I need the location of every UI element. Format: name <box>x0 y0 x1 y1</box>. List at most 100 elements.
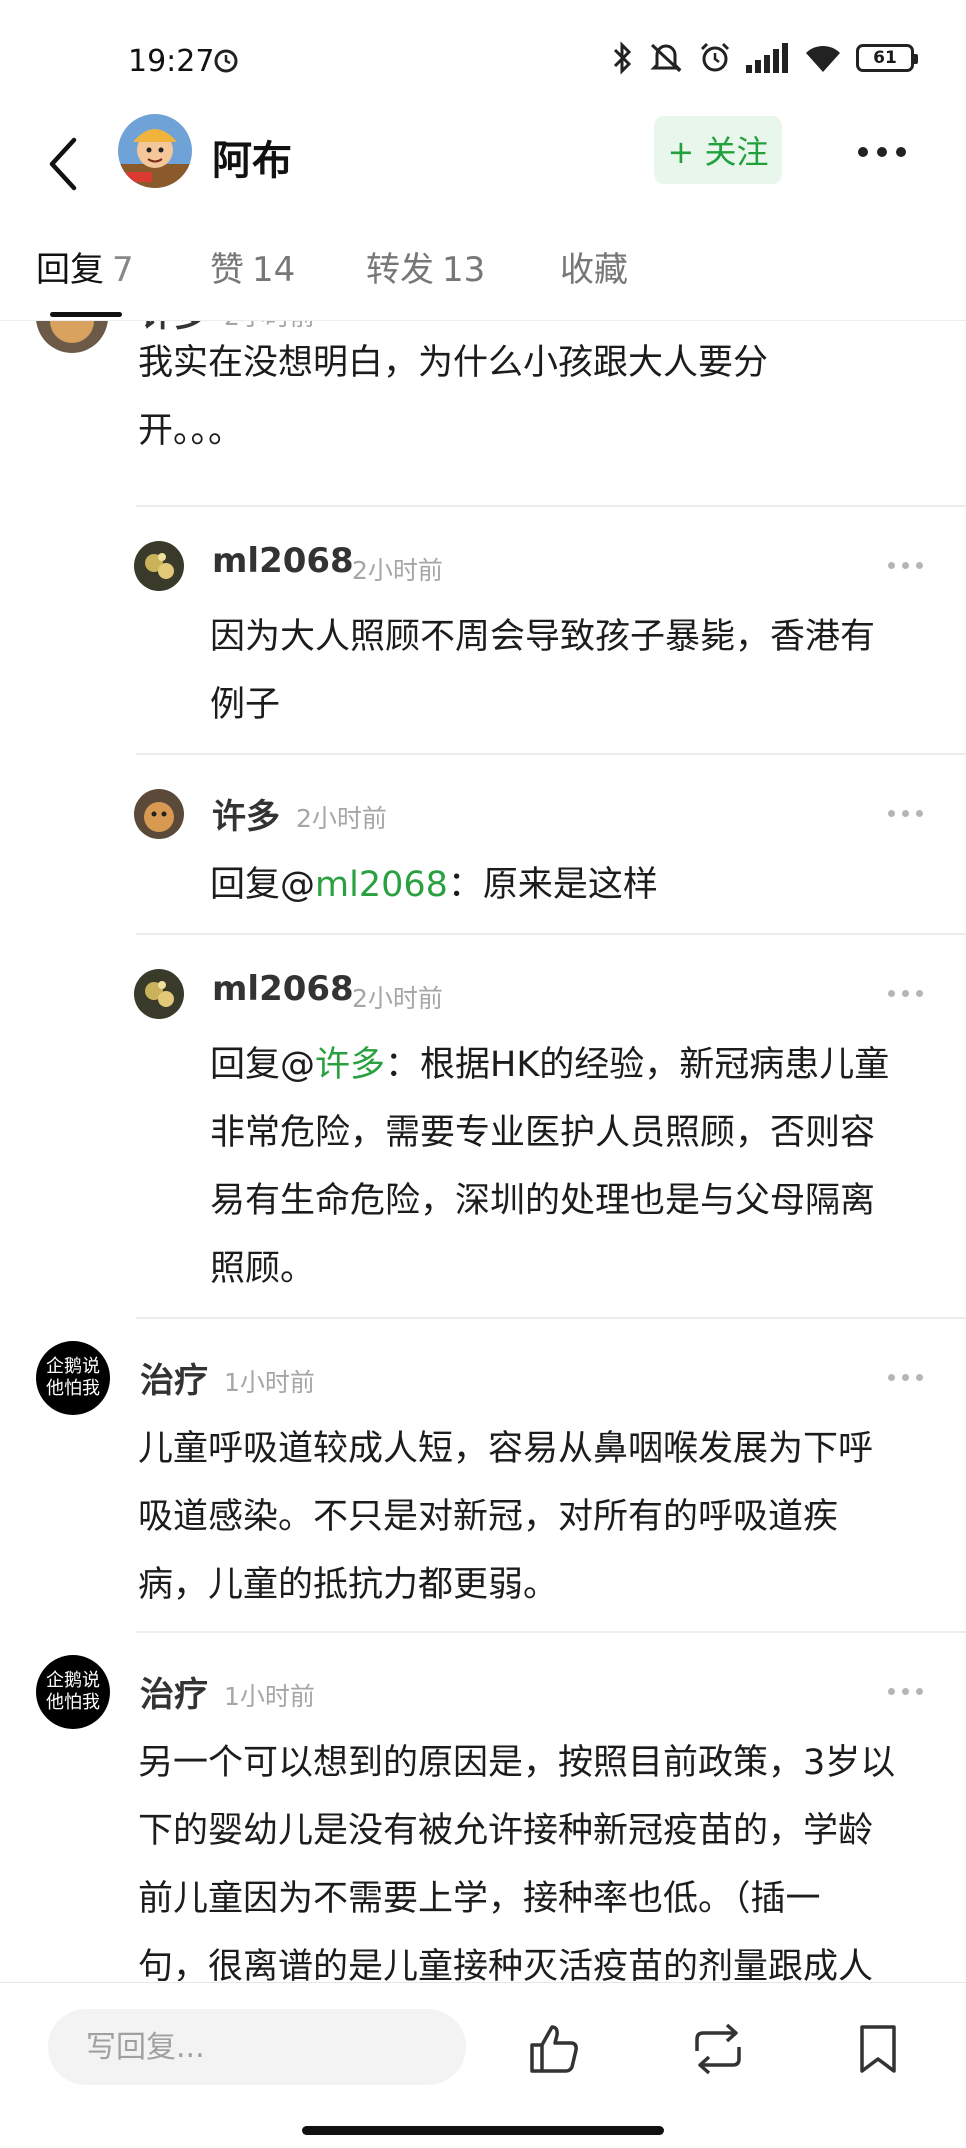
comment-text-line: 非常危险，需要专业医护人员照顾，否则容 <box>210 1113 876 1153</box>
tab-replies[interactable]: 回复 7 <box>36 242 134 291</box>
comment-divider <box>136 1631 966 1633</box>
bookmark-icon <box>860 2025 896 2073</box>
reply-body: ：原来是这样 <box>447 865 658 905</box>
comment-text: 我实在没想明白，为什么小孩跟大人要分 开。。。 <box>138 329 938 465</box>
comment-time: 1小时前 <box>224 1682 315 1711</box>
home-indicator[interactable] <box>302 2126 664 2135</box>
comment-more-button[interactable] <box>888 983 932 1003</box>
comment-time: 2小时前 <box>296 804 387 833</box>
commenter-avatar[interactable] <box>36 321 108 353</box>
comment-text-line: 句，很离谱的是儿童接种灭活疫苗的剂量跟成人 <box>138 1947 874 1981</box>
comment-text: 儿童呼吸道较成人短，容易从鼻咽喉发展为下呼 吸道感染。不只是对新冠，对所有的呼吸… <box>138 1415 958 1619</box>
avatar-text: 他怕我 <box>46 1692 100 1713</box>
commenter-avatar[interactable] <box>134 789 184 839</box>
battery-icon: 61 <box>856 44 918 72</box>
alarm-clock-icon <box>698 41 732 75</box>
comment-divider <box>136 933 966 935</box>
user-avatar[interactable] <box>118 114 192 188</box>
tab-active-indicator <box>50 312 122 317</box>
tab-bar: 回复 7 赞 14 转发 13 收藏 <box>0 236 966 321</box>
tab-count: 13 <box>442 250 486 290</box>
more-dot <box>896 147 906 157</box>
battery-level: 61 <box>873 48 897 68</box>
comment-text-line: 因为大人照顾不周会导致孩子暴毙，香港有 <box>210 617 876 657</box>
reply-input[interactable] <box>48 2009 466 2085</box>
repost-button[interactable] <box>686 2017 750 2081</box>
repost-icon <box>695 2023 741 2075</box>
commenter-name[interactable]: ml2068 <box>212 541 354 581</box>
mention-link[interactable]: ml2068 <box>315 865 448 905</box>
comment-time: 2小时前 <box>352 556 443 585</box>
tab-count: 14 <box>252 250 296 290</box>
tab-label: 赞 <box>210 250 244 290</box>
comment-more-button[interactable] <box>888 555 932 575</box>
comment-text-line: 易有生命危险，深圳的处理也是与父母隔离 <box>210 1181 876 1221</box>
comment-text-line: 前儿童因为不需要上学，接种率也低。（插一 <box>138 1879 821 1919</box>
tab-reposts[interactable]: 转发 13 <box>366 242 485 291</box>
back-arrow-icon <box>49 137 77 191</box>
comment-text-line: 照顾。 <box>210 1249 316 1289</box>
tab-label: 转发 <box>366 250 434 290</box>
comment-time: 1小时前 <box>224 1368 315 1397</box>
avatar-text: 企鹅说 <box>46 1670 100 1691</box>
comment-more-button[interactable] <box>888 803 932 823</box>
comment-text-line: 例子 <box>210 685 281 725</box>
comment-text: 回复@许多：根据HK的经验，新冠病患儿童 非常危险，需要专业医护人员照顾，否则容… <box>210 1031 950 1303</box>
thumbs-up-icon <box>530 2025 578 2073</box>
profile-header: 阿布 + 关注 <box>0 110 966 230</box>
comment-text-line: 另一个可以想到的原因是，按照目前政策，3岁以 <box>138 1743 896 1783</box>
comment-more-button[interactable] <box>888 321 932 323</box>
more-dot <box>877 147 887 157</box>
commenter-avatar[interactable] <box>134 969 184 1019</box>
more-dot <box>858 147 868 157</box>
tab-label: 收藏 <box>560 250 628 290</box>
tab-likes[interactable]: 赞 14 <box>210 242 295 291</box>
status-bar: 19:27 61 <box>0 0 966 120</box>
comment-text: 另一个可以想到的原因是，按照目前政策，3岁以 下的婴幼儿是没有被允许接种新冠疫苗… <box>138 1729 958 1981</box>
reply-prefix: 回复@ <box>210 865 316 905</box>
comment-text-line: 下的婴幼儿是没有被允许接种新冠疫苗的，学龄 <box>138 1811 874 1851</box>
comment-divider <box>136 505 966 507</box>
commenter-name[interactable]: 治疗 <box>140 1667 208 1716</box>
avatar-text: 他怕我 <box>46 1378 100 1399</box>
comment-time: 2小时前 <box>352 984 443 1013</box>
comment-text-line: 儿童呼吸道较成人短，容易从鼻咽喉发展为下呼 <box>138 1429 874 1469</box>
comment-text-line: 开。。。 <box>138 411 244 451</box>
comment-text: 因为大人照顾不周会导致孩子暴毙，香港有 例子 <box>210 603 950 739</box>
follow-button[interactable]: + 关注 <box>654 116 782 184</box>
comment-more-button[interactable] <box>888 1367 932 1387</box>
commenter-avatar[interactable]: 企鹅说 他怕我 <box>36 1341 110 1415</box>
wifi-icon <box>804 43 842 73</box>
tab-label: 回复 <box>36 250 104 290</box>
user-name[interactable]: 阿布 <box>212 128 292 186</box>
commenter-avatar[interactable]: 企鹅说 他怕我 <box>36 1655 110 1729</box>
mute-icon <box>648 41 684 75</box>
comment-text: 回复@ml2068：原来是这样 <box>210 851 950 919</box>
bottom-action-bar <box>0 1982 966 2148</box>
commenter-name[interactable]: 治疗 <box>140 1353 208 1402</box>
favorite-button[interactable] <box>846 2017 910 2081</box>
like-button[interactable] <box>522 2017 586 2081</box>
comment-feed[interactable]: 许多 2小时前 我实在没想明白，为什么小孩跟大人要分 开。。。 ml2068 2… <box>0 321 966 1981</box>
back-button[interactable] <box>28 124 98 204</box>
tab-count: 7 <box>112 250 134 290</box>
commenter-name[interactable]: ml2068 <box>212 969 354 1009</box>
comment-text-line: 病，儿童的抵抗力都更弱。 <box>138 1565 559 1605</box>
tab-favorites[interactable]: 收藏 <box>560 242 628 291</box>
bluetooth-icon <box>612 41 634 75</box>
mention-link[interactable]: 许多 <box>315 1045 385 1085</box>
comment-text-line: 吸道感染。不只是对新冠，对所有的呼吸道疾 <box>138 1497 839 1537</box>
more-options-button[interactable] <box>848 130 916 174</box>
comment-more-button[interactable] <box>888 1681 932 1701</box>
comment-divider <box>136 1317 966 1319</box>
commenter-avatar[interactable] <box>134 541 184 591</box>
comment-divider <box>136 753 966 755</box>
alarm-icon <box>212 46 240 74</box>
signal-icon <box>746 43 790 73</box>
reply-body: ：根据HK的经验，新冠病患儿童 <box>385 1045 890 1085</box>
status-time: 19:27 <box>128 44 215 79</box>
comment-text-line: 我实在没想明白，为什么小孩跟大人要分 <box>138 343 769 383</box>
commenter-name[interactable]: 许多 <box>212 789 280 838</box>
avatar-text: 企鹅说 <box>46 1356 100 1377</box>
reply-prefix: 回复@ <box>210 1045 316 1085</box>
